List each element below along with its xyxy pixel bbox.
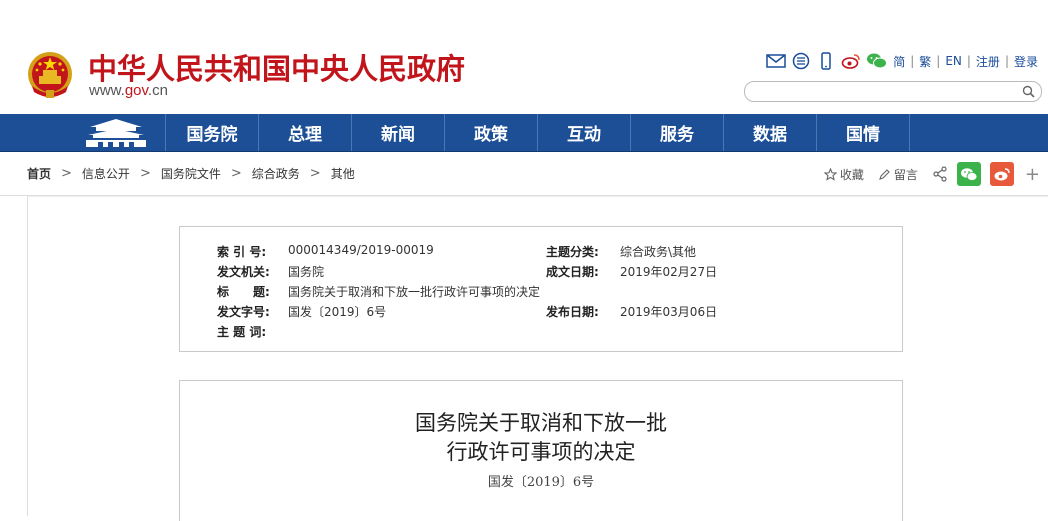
mail-icon[interactable] (766, 52, 786, 70)
rss-icon[interactable] (791, 52, 811, 70)
document-title-line: 国务院关于取消和下放一批 (415, 411, 667, 435)
mobile-icon[interactable] (816, 52, 836, 70)
star-icon (823, 167, 837, 181)
comment-button[interactable]: 留言 (878, 166, 918, 183)
url-prefix: www. (89, 82, 125, 99)
site-header: 中华人民共和国中央人民政府 www.gov.cn 简 | 繁 | EN | 注册… (0, 0, 1048, 114)
publish-date-label: 发布日期: (546, 305, 599, 319)
more-share-icon[interactable]: + (1025, 164, 1040, 185)
document-title: 国务院关于取消和下放一批 行政许可事项的决定 (180, 409, 902, 467)
document-metadata: 索 引 号: 000014349/2019-00019 主题分类: 综合政务\其… (179, 226, 903, 352)
breadcrumb-state-council-docs[interactable]: 国务院文件 (161, 165, 221, 182)
tiananmen-icon[interactable] (84, 116, 148, 149)
separator: | (1004, 54, 1009, 68)
page-actions: 收藏 留言 + (823, 162, 1040, 186)
issuer-value: 国务院 (288, 265, 325, 279)
topic-value: 综合政务\其他 (620, 245, 697, 259)
weibo-icon[interactable] (841, 52, 861, 70)
site-url[interactable]: www.gov.cn (89, 82, 168, 99)
weibo-icon (994, 167, 1010, 180)
publish-date-value: 2019年03月06日 (620, 305, 718, 319)
meta-row: 索 引 号: 000014349/2019-00019 主题分类: 综合政务\其… (180, 243, 902, 263)
chevron-right-icon: > (230, 166, 242, 181)
url-domain: gov (124, 82, 148, 99)
pencil-icon (879, 168, 890, 180)
document-body: 国务院关于取消和下放一批 行政许可事项的决定 国发〔2019〕6号 (179, 380, 903, 521)
wechat-icon (960, 167, 978, 181)
separator: | (936, 54, 941, 68)
national-emblem-icon[interactable] (26, 50, 74, 100)
title-value: 国务院关于取消和下放一批行政许可事项的决定 (288, 285, 541, 299)
document-number: 国发〔2019〕6号 (487, 475, 595, 490)
breadcrumb-general-affairs[interactable]: 综合政务 (252, 165, 300, 182)
nav-item-data[interactable]: 数据 (723, 114, 816, 151)
lang-simplified-link[interactable]: 简 (893, 53, 905, 70)
comment-label: 留言 (893, 167, 918, 182)
meta-row: 标 题: 国务院关于取消和下放一批行政许可事项的决定 (180, 283, 902, 303)
breadcrumb: 首页 > 信息公开 > 国务院文件 > 综合政务 > 其他 (27, 165, 355, 182)
favorite-label: 收藏 (839, 167, 864, 182)
nav-item-premier[interactable]: 总理 (258, 114, 351, 151)
index-value: 000014349/2019-00019 (288, 243, 434, 257)
nav-item-interaction[interactable]: 互动 (537, 114, 630, 151)
search-box (744, 81, 1042, 102)
share-wechat-button[interactable] (956, 162, 981, 186)
login-link[interactable]: 登录 (1014, 53, 1038, 70)
chevron-right-icon: > (139, 166, 151, 181)
lang-english-link[interactable]: EN (945, 54, 962, 68)
separator: | (966, 54, 971, 68)
keywords-label: 主 题 词: (217, 325, 267, 339)
chevron-right-icon: > (309, 166, 321, 181)
title-label: 标 题: (217, 285, 270, 299)
topic-label: 主题分类: (546, 245, 599, 259)
main-nav: 国务院 总理 新闻 政策 互动 服务 数据 国情 (0, 114, 1048, 152)
share-weibo-button[interactable] (989, 162, 1014, 186)
wechat-icon[interactable] (866, 52, 888, 70)
lang-traditional-link[interactable]: 繁 (919, 53, 931, 70)
breadcrumb-home[interactable]: 首页 (27, 165, 51, 182)
meta-row: 主 题 词: (180, 323, 902, 343)
favorite-button[interactable]: 收藏 (823, 166, 864, 183)
written-date-label: 成文日期: (546, 265, 599, 279)
breadcrumb-bar: 首页 > 信息公开 > 国务院文件 > 综合政务 > 其他 收藏 留言 + (0, 151, 1048, 196)
breadcrumb-other[interactable]: 其他 (331, 165, 355, 182)
nav-item-services[interactable]: 服务 (630, 114, 723, 151)
share-icon[interactable] (932, 166, 948, 182)
search-icon[interactable] (1022, 85, 1035, 98)
header-tools: 简 | 繁 | EN | 注册 | 登录 (766, 52, 1038, 70)
search-input[interactable] (755, 84, 1019, 101)
chevron-right-icon: > (61, 166, 72, 181)
nav-item-news[interactable]: 新闻 (351, 114, 444, 151)
register-link[interactable]: 注册 (976, 53, 1000, 70)
nav-items: 国务院 总理 新闻 政策 互动 服务 数据 国情 (165, 114, 910, 151)
index-label: 索 引 号: (217, 245, 267, 259)
issuer-label: 发文机关: (217, 265, 270, 279)
doc-number-value: 国发〔2019〕6号 (288, 305, 387, 319)
nav-item-state-council[interactable]: 国务院 (165, 114, 258, 151)
meta-row: 发文机关: 国务院 成文日期: 2019年02月27日 (180, 263, 902, 283)
breadcrumb-info-public[interactable]: 信息公开 (82, 165, 130, 182)
document-title-line: 行政许可事项的决定 (446, 440, 636, 464)
url-suffix: .cn (147, 82, 168, 99)
nav-item-policy[interactable]: 政策 (444, 114, 537, 151)
separator: | (910, 54, 915, 68)
doc-number-label: 发文字号: (217, 305, 270, 319)
meta-row: 发文字号: 国发〔2019〕6号 发布日期: 2019年03月06日 (180, 303, 902, 323)
nav-item-national-info[interactable]: 国情 (816, 114, 910, 151)
written-date-value: 2019年02月27日 (620, 265, 718, 279)
